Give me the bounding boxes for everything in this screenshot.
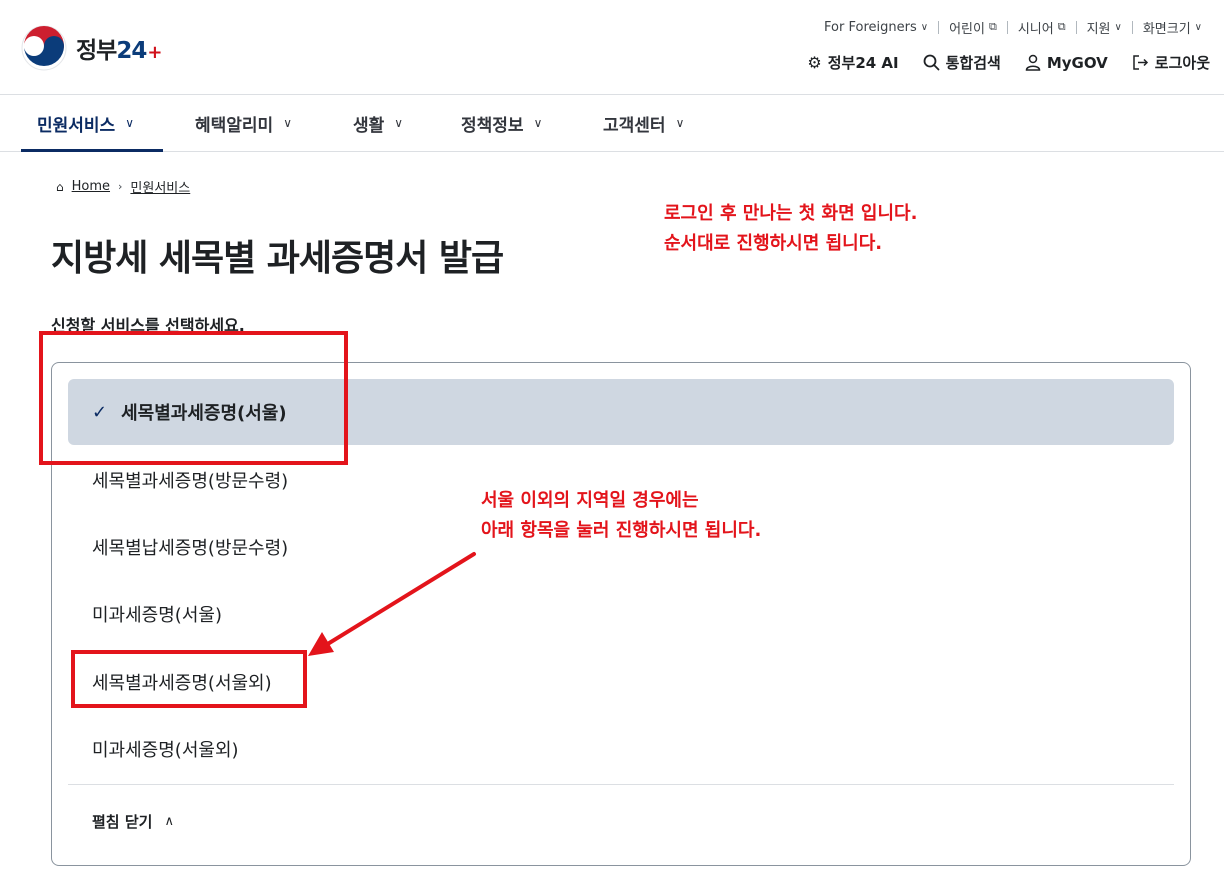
taegeuk-logo-icon xyxy=(21,25,67,71)
gov24-logo[interactable]: 정부 24 + xyxy=(20,24,162,72)
logo-text-main: 정부 xyxy=(76,38,117,64)
menu-label: 통합검색 xyxy=(945,54,1001,72)
service-option[interactable]: 미과세증명(서울) xyxy=(68,581,1174,647)
chevron-down-icon: ∨ xyxy=(920,21,929,33)
gnb-label: 고객센터 xyxy=(603,115,666,136)
chevron-down-icon: ∨ xyxy=(1194,21,1202,33)
menu-mygov[interactable]: MyGOV xyxy=(1025,54,1108,72)
annotation-line: 서울 이외의 지역일 경우에는 xyxy=(481,490,699,511)
chevron-right-icon: › xyxy=(118,180,123,193)
option-label: 세목별과세증명(방문수령) xyxy=(92,471,289,492)
menu-logout[interactable]: 로그아웃 xyxy=(1132,52,1210,73)
breadcrumb-home[interactable]: Home xyxy=(72,179,110,194)
option-label: 미과세증명(서울) xyxy=(92,605,222,626)
global-nav: 민원서비스 ∨ 혜택알리미 ∨ 생활 ∨ 정책정보 ∨ 고객센터 ∨ xyxy=(0,95,1224,152)
logo-text: 정부 24 + xyxy=(76,31,162,65)
gnb-life[interactable]: 생활 ∨ xyxy=(353,95,403,151)
gnb-label: 민원서비스 xyxy=(37,115,116,136)
gnb-policy[interactable]: 정책정보 ∨ xyxy=(461,95,542,151)
annotation-arrow-icon xyxy=(308,552,476,656)
annotation-highlight-box xyxy=(71,650,307,708)
user-icon xyxy=(1025,54,1041,71)
gnb-civil-service[interactable]: 민원서비스 ∨ xyxy=(21,95,163,152)
menu-label: 정부24 AI xyxy=(827,54,899,72)
menu-search[interactable]: 통합검색 xyxy=(923,52,1001,73)
gnb-label: 혜택알리미 xyxy=(195,115,274,136)
external-link-icon: ⧉ xyxy=(988,20,997,33)
site-header: 정부 24 + For Foreigners ∨ 어린이 ⧉ 시니어 ⧉ 지원 ∨ … xyxy=(0,0,1224,95)
breadcrumb: ⌂ Home › 민원서비스 xyxy=(56,177,190,196)
util-label: 지원 xyxy=(1086,21,1111,37)
page-title: 지방세 세목별 과세증명서 발급 xyxy=(51,238,504,279)
menu-gov24-ai[interactable]: ⚙ 정부24 AI xyxy=(807,52,898,73)
annotation-note-login: 로그인 후 만나는 첫 화면 입니다. 순서대로 진행하시면 됩니다. xyxy=(664,199,917,259)
utility-menu: For Foreigners ∨ 어린이 ⧉ 시니어 ⧉ 지원 ∨ 화면크기 ∨ xyxy=(814,18,1212,37)
menu-label: MyGOV xyxy=(1046,53,1108,72)
util-senior[interactable]: 시니어 ⧉ xyxy=(1008,18,1076,37)
util-label: 시니어 xyxy=(1017,21,1054,37)
util-label: 화면크기 xyxy=(1142,21,1191,37)
chevron-down-icon: ∨ xyxy=(533,116,543,130)
chevron-down-icon: ∨ xyxy=(1114,21,1122,33)
external-link-icon: ⧉ xyxy=(1057,20,1066,33)
logout-icon xyxy=(1133,55,1148,70)
chevron-down-icon: ∨ xyxy=(675,116,685,130)
service-option[interactable]: 미과세증명(서울외) xyxy=(68,716,1174,782)
home-icon: ⌂ xyxy=(56,179,64,194)
collapse-label: 펼침 닫기 xyxy=(92,813,153,831)
divider xyxy=(68,784,1174,785)
collapse-toggle-button[interactable]: 펼침 닫기 ∧ xyxy=(92,811,174,832)
annotation-line: 로그인 후 만나는 첫 화면 입니다. xyxy=(664,203,918,224)
gnb-label: 정책정보 xyxy=(461,115,524,136)
option-label: 미과세증명(서울외) xyxy=(92,740,239,761)
util-label: 어린이 xyxy=(949,21,985,37)
annotation-line: 아래 항목을 눌러 진행하시면 됩니다. xyxy=(481,520,762,541)
util-support[interactable]: 지원 ∨ xyxy=(1077,18,1132,37)
chevron-down-icon: ∨ xyxy=(125,116,134,130)
annotation-highlight-box xyxy=(39,331,348,465)
search-icon xyxy=(923,54,940,71)
logo-text-num: 24 xyxy=(116,38,147,64)
gnb-customer-center[interactable]: 고객센터 ∨ xyxy=(603,95,684,151)
menu-label: 로그아웃 xyxy=(1154,54,1210,72)
ai-robot-icon: ⚙ xyxy=(807,53,822,72)
logo-text-plus: + xyxy=(147,42,162,63)
util-kids[interactable]: 어린이 ⧉ xyxy=(939,18,1007,37)
util-for-foreigners[interactable]: For Foreigners ∨ xyxy=(814,18,938,36)
breadcrumb-current[interactable]: 민원서비스 xyxy=(130,177,190,196)
option-label: 세목별납세증명(방문수령) xyxy=(92,538,289,559)
chevron-up-icon: ∧ xyxy=(164,814,174,829)
gnb-label: 생활 xyxy=(353,115,385,136)
annotation-line: 순서대로 진행하시면 됩니다. xyxy=(664,233,883,254)
util-label: For Foreigners xyxy=(824,19,917,35)
util-font-size[interactable]: 화면크기 ∨ xyxy=(1133,18,1212,37)
gnb-benefits[interactable]: 혜택알리미 ∨ xyxy=(195,95,292,151)
annotation-note-region: 서울 이외의 지역일 경우에는 아래 항목을 눌러 진행하시면 됩니다. xyxy=(481,486,761,546)
chevron-down-icon: ∨ xyxy=(394,116,404,130)
main-menu: ⚙ 정부24 AI 통합검색 MyGOV 로그아웃 xyxy=(807,52,1210,73)
chevron-down-icon: ∨ xyxy=(283,116,292,130)
